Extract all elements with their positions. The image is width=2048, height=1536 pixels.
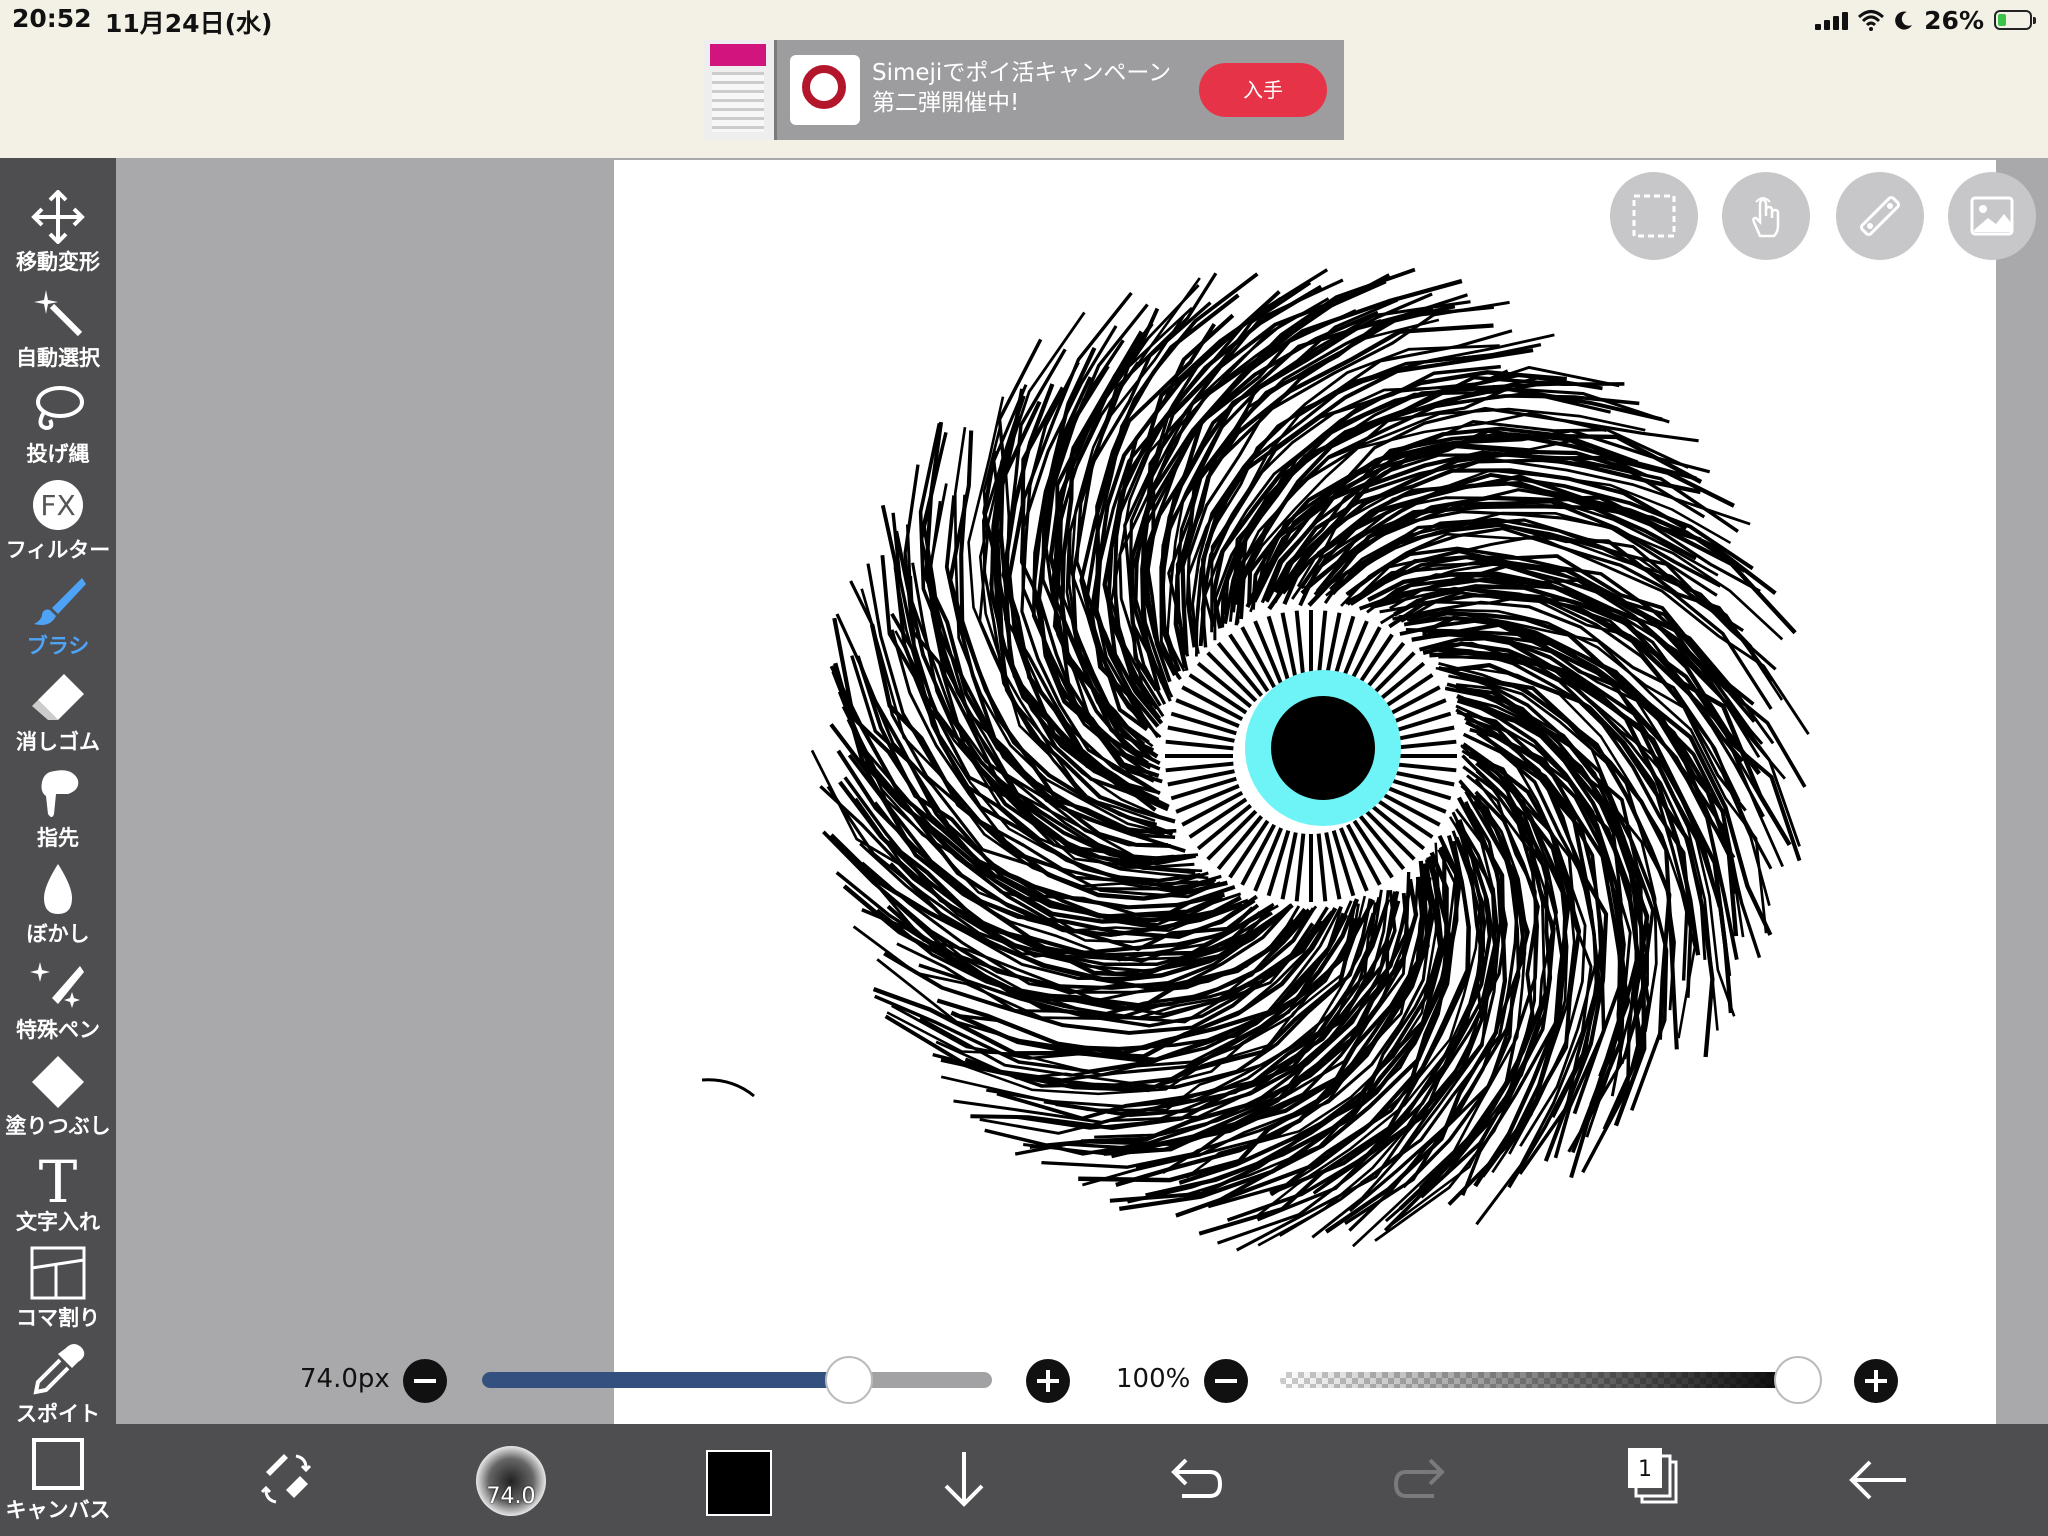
- tool-eraser[interactable]: 消しゴム: [0, 666, 116, 760]
- fx-filter-icon: FX: [28, 478, 88, 532]
- tool-frame-divide[interactable]: コマ割り: [0, 1242, 116, 1336]
- ad-text: Simejiでポイ活キャンペーン第二弾開催中!: [872, 60, 1172, 116]
- selection-toggle-button[interactable]: [1610, 172, 1698, 260]
- redo-icon: [1393, 1458, 1445, 1498]
- hand-touch-icon: [1752, 197, 1780, 238]
- image-icon: [1970, 196, 2014, 236]
- fill-bucket-icon: [28, 1054, 88, 1108]
- status-date: 11月24日(水): [105, 9, 273, 38]
- cellular-signal-icon: [1815, 10, 1849, 30]
- tool-fx-filter[interactable]: FX フィルター: [0, 474, 116, 568]
- drawing-canvas[interactable]: [614, 160, 1996, 1424]
- tool-canvas[interactable]: キャンバス: [0, 1434, 116, 1528]
- brush-icon: [28, 574, 88, 628]
- tool-label: 消しゴム: [16, 730, 100, 754]
- current-color-swatch[interactable]: [706, 1450, 772, 1516]
- brush-size-decrease-button[interactable]: [403, 1359, 447, 1403]
- battery-icon: [1994, 10, 2036, 30]
- brush-opacity-slider[interactable]: [1280, 1372, 1810, 1388]
- move-transform-icon: [28, 189, 88, 245]
- tool-label: 塗りつぶし: [5, 1114, 111, 1138]
- brush-opacity-increase-button[interactable]: [1854, 1359, 1898, 1403]
- ruler-button[interactable]: [1836, 172, 1924, 260]
- wifi-icon: [1858, 10, 1885, 31]
- layer-merge-down-button[interactable]: [922, 1438, 1006, 1522]
- status-time: 20:52: [12, 4, 92, 33]
- svg-text:FX: FX: [40, 489, 75, 522]
- tool-label: 指先: [37, 826, 79, 850]
- tool-special-pen[interactable]: 特殊ペン: [0, 954, 116, 1048]
- tool-label: フィルター: [5, 538, 111, 562]
- status-indicators: 26%: [1815, 4, 2036, 36]
- battery-percent: 26%: [1924, 5, 1984, 35]
- tool-magic-wand[interactable]: 自動選択: [0, 282, 116, 376]
- brush-opacity-decrease-button[interactable]: [1204, 1359, 1248, 1403]
- tool-label: スポイト: [16, 1402, 100, 1426]
- tool-label: 自動選択: [16, 346, 100, 370]
- tool-blur-drop[interactable]: ぼかし: [0, 858, 116, 952]
- eraser-icon: [28, 670, 88, 724]
- layers-icon: 1: [1628, 1448, 1678, 1504]
- lasso-icon: [28, 382, 88, 436]
- brush-size-value: 74.0px: [300, 1364, 390, 1394]
- tool-brush[interactable]: ブラシ: [0, 570, 116, 664]
- ad-app-logo: [790, 55, 860, 125]
- tool-label: 特殊ペン: [16, 1018, 100, 1042]
- tool-lasso[interactable]: 投げ縄: [0, 378, 116, 472]
- brush-size-slider-handle[interactable]: [825, 1356, 874, 1404]
- brush-preview-size: 74.0: [486, 1484, 536, 1509]
- layer-count: 1: [1638, 1457, 1652, 1482]
- tool-fill-bucket[interactable]: 塗りつぶし: [0, 1050, 116, 1144]
- undo-button[interactable]: [1152, 1438, 1236, 1522]
- eyedropper-icon: [28, 1342, 88, 1396]
- swap-tool-button[interactable]: [244, 1438, 328, 1522]
- back-button[interactable]: [1836, 1438, 1920, 1522]
- brush-opacity-value: 100%: [1116, 1364, 1191, 1394]
- undo-icon: [1171, 1458, 1223, 1498]
- reference-image-button[interactable]: [1948, 172, 2036, 260]
- magic-wand-icon: [28, 286, 88, 340]
- ruler-icon: [1859, 195, 1901, 237]
- arrow-down-icon: [944, 1452, 984, 1507]
- tool-move-transform[interactable]: 移動変形: [0, 186, 116, 280]
- tool-finger-smudge[interactable]: 指先: [0, 762, 116, 856]
- moon-icon: [1895, 11, 1913, 30]
- top-bar: 20:52 11月24日(水) 26% Simejiでポイ活キャンペーン第二弾開…: [0, 0, 2048, 160]
- workspace: [116, 158, 2048, 1424]
- tool-text[interactable]: T 文字入れ: [0, 1146, 116, 1240]
- ad-get-button[interactable]: 入手: [1199, 63, 1327, 117]
- tool-label: コマ割り: [16, 1306, 100, 1330]
- tool-label: 移動変形: [16, 250, 100, 274]
- tool-label: ブラシ: [26, 634, 90, 658]
- special-pen-icon: [28, 958, 88, 1012]
- arrow-left-icon: [1849, 1460, 1906, 1500]
- tool-label: 文字入れ: [16, 1210, 100, 1234]
- canvas-icon: [28, 1438, 88, 1492]
- ad-banner[interactable]: Simejiでポイ活キャンペーン第二弾開催中! 入手: [704, 40, 1344, 140]
- brush-size-increase-button[interactable]: [1026, 1359, 1070, 1403]
- swap-pen-eraser-icon: [260, 1454, 312, 1504]
- tool-eyedropper[interactable]: スポイト: [0, 1338, 116, 1432]
- text-icon: T: [28, 1148, 88, 1216]
- touch-gesture-button[interactable]: [1722, 172, 1810, 260]
- blur-drop-icon: [28, 862, 88, 916]
- brush-preview-button[interactable]: 74.0: [476, 1446, 546, 1516]
- layers-button[interactable]: 1: [1608, 1438, 1692, 1522]
- frame-divide-icon: [28, 1246, 88, 1300]
- artwork: [701, 267, 1810, 1252]
- tool-label: ぼかし: [26, 922, 90, 946]
- bottom-toolbar: 74.0 1: [116, 1424, 2048, 1536]
- tool-sidebar: 移動変形自動選択投げ縄 FX フィルターブラシ消しゴム指先ぼかし特殊ペン塗りつぶし T…: [0, 158, 116, 1536]
- redo-button[interactable]: [1380, 1438, 1464, 1522]
- finger-smudge-icon: [28, 766, 88, 820]
- brush-size-slider[interactable]: [482, 1372, 992, 1388]
- tool-label: キャンバス: [5, 1498, 111, 1522]
- brush-opacity-slider-handle[interactable]: [1774, 1356, 1822, 1404]
- tool-label: 投げ縄: [26, 442, 90, 466]
- ad-thumbnail: [704, 40, 777, 140]
- dashed-selection-icon: [1632, 194, 1676, 238]
- svg-text:T: T: [39, 1150, 78, 1204]
